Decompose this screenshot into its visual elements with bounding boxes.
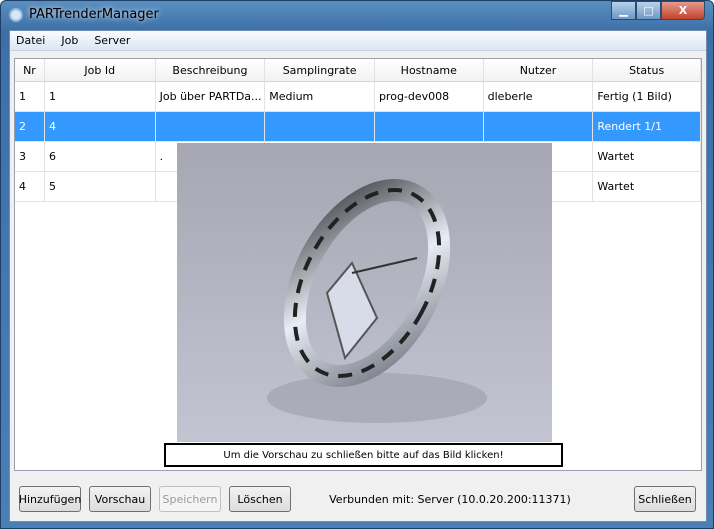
save-button[interactable]: Speichern bbox=[159, 486, 221, 512]
cell-samplingrate bbox=[265, 112, 375, 141]
column-header-nutzer[interactable]: Nutzer bbox=[484, 59, 594, 81]
cell-status: Wartet bbox=[593, 142, 701, 171]
cell-samplingrate: Medium bbox=[265, 82, 375, 111]
cell-hostname: prog-dev008 bbox=[375, 82, 484, 111]
table-row[interactable]: 1 1 Job über PARTDa... Medium prog-dev008 dle… bbox=[15, 82, 701, 112]
cell-nr: 4 bbox=[15, 172, 45, 201]
column-header-nr[interactable]: Nr bbox=[15, 59, 45, 81]
client-area: Datei Job Server Nr Job Id Beschreibung … bbox=[9, 30, 707, 522]
app-icon bbox=[9, 8, 23, 22]
cell-nutzer: dleberle bbox=[484, 82, 594, 111]
cell-job-id: 6 bbox=[45, 142, 156, 171]
cell-status: Wartet bbox=[593, 172, 701, 201]
cell-nr: 2 bbox=[15, 112, 45, 141]
menu-bar: Datei Job Server bbox=[10, 31, 706, 51]
preview-image[interactable] bbox=[177, 143, 552, 442]
cell-job-id: 1 bbox=[45, 82, 156, 111]
maximize-button[interactable]: □ bbox=[636, 1, 661, 20]
window-title: PARTrenderManager bbox=[29, 7, 159, 22]
cell-nr: 3 bbox=[15, 142, 45, 171]
cell-hostname bbox=[375, 112, 484, 141]
cell-beschreibung: Job über PARTDa... bbox=[156, 82, 266, 111]
minimize-button[interactable]: ▁ bbox=[611, 1, 636, 20]
preview-button[interactable]: Vorschau bbox=[89, 486, 151, 512]
table-row[interactable]: 2 4 Rendert 1/1 bbox=[15, 112, 701, 142]
cell-status: Rendert 1/1 bbox=[593, 112, 701, 141]
cell-nr: 1 bbox=[15, 82, 45, 111]
jobs-table: Nr Job Id Beschreibung Samplingrate Host… bbox=[14, 58, 702, 471]
preview-caption: Um die Vorschau zu schließen bitte auf d… bbox=[164, 443, 563, 467]
close-button[interactable]: Schließen bbox=[634, 486, 696, 512]
cell-nutzer bbox=[484, 112, 594, 141]
cell-beschreibung bbox=[156, 112, 266, 141]
window-frame: PARTrenderManager ▁ □ X Datei Job Server… bbox=[0, 0, 714, 529]
column-header-status[interactable]: Status bbox=[593, 59, 701, 81]
cell-job-id: 4 bbox=[45, 112, 156, 141]
menu-datei[interactable]: Datei bbox=[16, 34, 45, 47]
column-header-beschreibung[interactable]: Beschreibung bbox=[156, 59, 266, 81]
column-header-hostname[interactable]: Hostname bbox=[375, 59, 484, 81]
column-header-job-id[interactable]: Job Id bbox=[45, 59, 156, 81]
close-window-button[interactable]: X bbox=[661, 1, 705, 20]
table-header: Nr Job Id Beschreibung Samplingrate Host… bbox=[15, 59, 701, 82]
cell-job-id: 5 bbox=[45, 172, 156, 201]
menu-job[interactable]: Job bbox=[61, 34, 78, 47]
column-header-samplingrate[interactable]: Samplingrate bbox=[265, 59, 375, 81]
menu-server[interactable]: Server bbox=[94, 34, 130, 47]
delete-button[interactable]: Löschen bbox=[229, 486, 291, 512]
connection-status: Verbunden mit: Server (10.0.20.200:11371… bbox=[329, 493, 571, 506]
add-button[interactable]: Hinzufügen bbox=[19, 486, 81, 512]
cell-status: Fertig (1 Bild) bbox=[593, 82, 701, 111]
